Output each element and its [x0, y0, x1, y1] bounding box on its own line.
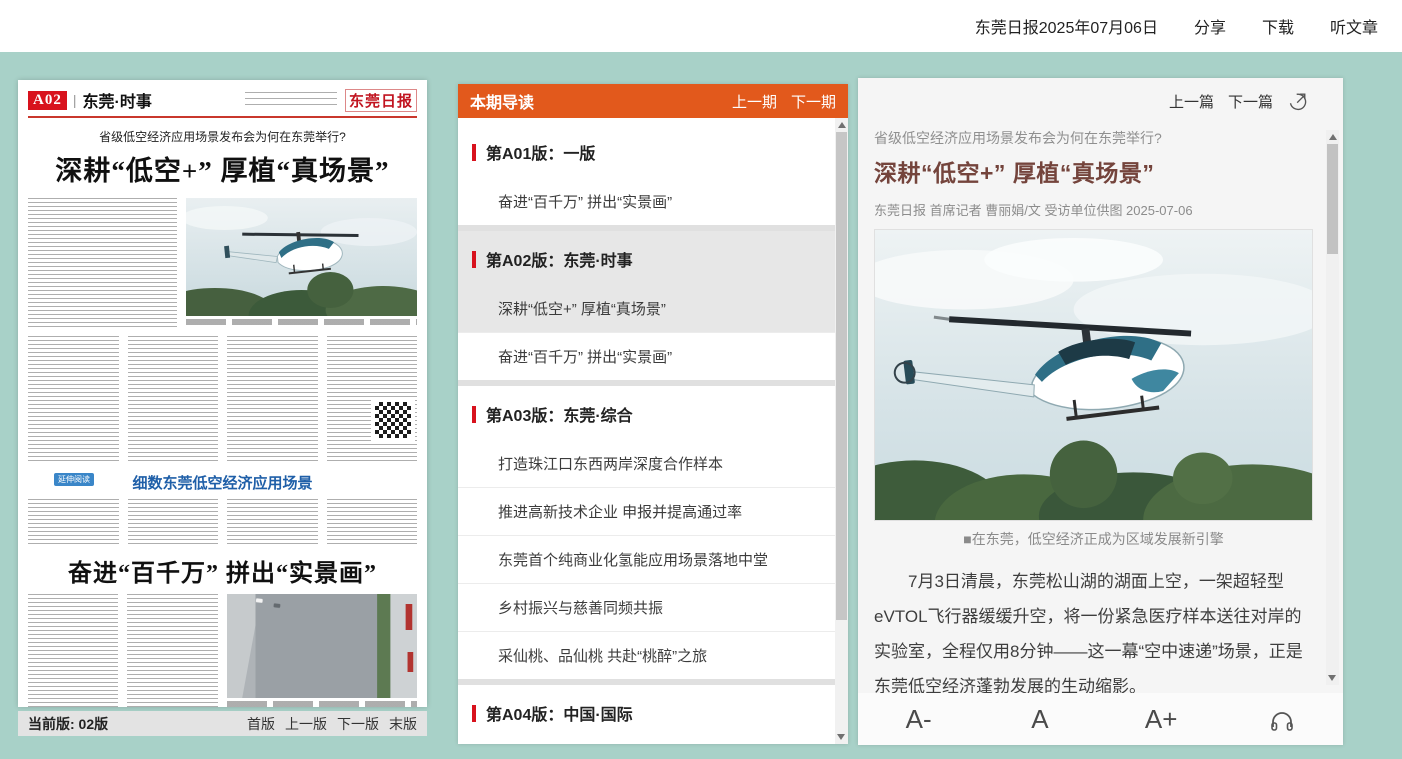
page-code-badge: A02 — [28, 91, 67, 110]
guide-header: 本期导读 上一期 下一期 — [458, 84, 848, 118]
red-bar-icon — [472, 406, 476, 423]
qr-code — [375, 402, 411, 438]
next-article-link[interactable]: 下一篇 — [1228, 91, 1273, 112]
red-bar-icon — [472, 705, 476, 722]
helicopter-photo-small — [186, 198, 417, 328]
text-column-placeholder — [227, 499, 318, 545]
next-issue-link[interactable]: 下一期 — [791, 91, 836, 112]
top-bar: 东莞日报2025年07月06日 分享 下载 听文章 — [0, 0, 1402, 52]
scroll-down-icon[interactable] — [1328, 675, 1336, 681]
helicopter-photo-graphic — [874, 229, 1313, 521]
article-paragraph: 7月3日清晨，东莞松山湖的湖面上空，一架超轻型eVTOL飞行器缓缓升空，将一份紧… — [874, 565, 1313, 693]
prev-article-link[interactable]: 上一篇 — [1169, 91, 1214, 112]
guide-item-active[interactable]: 深耕“低空+” 厚植“真场景” — [458, 285, 835, 332]
last-page-link[interactable]: 末版 — [389, 714, 417, 734]
guide-item[interactable]: 打造珠江口东西两岸深度合作样本 — [458, 440, 835, 487]
article-kicker: 省级低空经济应用场景发布会为何在东莞举行? — [874, 128, 1313, 148]
guide-section-a04[interactable]: 第A04版：中国·国际 — [458, 685, 835, 739]
guide-scrollbar[interactable] — [835, 118, 848, 744]
text-column-placeholder — [28, 198, 177, 328]
headphones-icon — [1269, 708, 1295, 734]
guide-item[interactable]: 采仙桃、品仙桃 共赴“桃醉”之旅 — [458, 631, 835, 679]
page-section-label: 东莞·时事 — [82, 88, 151, 112]
font-increase-button[interactable]: A+ — [1101, 693, 1222, 745]
sub-article-headline: 细数东莞低空经济应用场景 — [132, 476, 312, 492]
guide-section-label: 第A04版：中国·国际 — [486, 701, 633, 725]
text-column-placeholder — [28, 336, 119, 464]
red-bar-icon — [472, 251, 476, 268]
scroll-down-icon[interactable] — [837, 734, 845, 740]
guide-section-a01[interactable]: 第A01版：一版 — [458, 124, 835, 178]
text-column-placeholder — [227, 336, 318, 464]
newspaper-page-panel: A02 | 东莞·时事 东莞日报 省级低空经济应用场景发布会为何在东莞举行? 深… — [18, 80, 427, 736]
guide-item[interactable]: 奋进“百千万” 拼出“实景画” — [458, 332, 835, 380]
prev-issue-link[interactable]: 上一期 — [732, 91, 777, 112]
listen-button[interactable] — [1222, 693, 1343, 745]
next-page-link[interactable]: 下一版 — [337, 714, 379, 734]
scrollbar-thumb[interactable] — [1327, 144, 1338, 254]
expand-icon[interactable] — [1287, 90, 1309, 112]
second-article-headline: 奋进“百千万” 拼出“实景画” — [28, 553, 417, 588]
extended-reading-tag: 延伸阅读 — [54, 473, 94, 486]
current-page-label: 当前版: 02版 — [28, 714, 108, 734]
article-title: 深耕“低空+” 厚植“真场景” — [874, 154, 1313, 188]
traffic-photo-graphic — [227, 594, 417, 698]
first-page-link[interactable]: 首版 — [247, 714, 275, 734]
front-article-headline: 深耕“低空+” 厚植“真场景” — [28, 149, 417, 188]
edition-meta-text — [245, 92, 337, 110]
page-navigation-bar: 当前版: 02版 首版 上一版 下一版 末版 — [18, 711, 427, 736]
text-column-placeholder — [28, 594, 118, 707]
font-decrease-button[interactable]: A- — [858, 693, 979, 745]
text-column-placeholder — [127, 594, 217, 707]
issue-date: 东莞日报2025年07月06日 — [975, 14, 1158, 38]
guide-item[interactable]: 奋进“百千万” 拼出“实景画” — [458, 178, 835, 225]
issue-guide-panel: 本期导读 上一期 下一期 第A01版：一版 奋进“百千万” 拼出“实景画” 第A… — [458, 84, 848, 744]
guide-item[interactable]: 东莞首个纯商业化氢能应用场景落地中堂 — [458, 535, 835, 583]
newspaper-page-image[interactable]: A02 | 东莞·时事 东莞日报 省级低空经济应用场景发布会为何在东莞举行? 深… — [18, 80, 427, 707]
article-toolbar: A- A A+ — [858, 693, 1343, 745]
guide-item[interactable]: 国家力量 血脉亲情 — [458, 739, 835, 744]
prev-page-link[interactable]: 上一版 — [285, 714, 327, 734]
guide-item[interactable]: 推进高新技术企业 申报并提高通过率 — [458, 487, 835, 535]
traffic-photo — [227, 594, 417, 707]
header-separator: | — [73, 92, 77, 108]
share-link[interactable]: 分享 — [1194, 14, 1226, 38]
article-scrollbar[interactable] — [1326, 130, 1339, 685]
photo-caption-placeholder — [227, 701, 417, 707]
text-column-placeholder — [327, 336, 418, 464]
text-column-placeholder — [128, 499, 219, 545]
guide-section-a02[interactable]: 第A02版：东莞·时事 — [458, 231, 835, 285]
article-content: 省级低空经济应用场景发布会为何在东莞举行? 深耕“低空+” 厚植“真场景” 东莞… — [874, 124, 1313, 693]
scroll-up-icon[interactable] — [1329, 134, 1337, 140]
scrollbar-thumb[interactable] — [836, 132, 847, 620]
red-bar-icon — [472, 144, 476, 161]
guide-title: 本期导读 — [470, 89, 534, 113]
masthead-logo: 东莞日报 — [345, 89, 417, 112]
text-column-placeholder — [28, 499, 119, 545]
front-article-kicker: 省级低空经济应用场景发布会为何在东莞举行? — [28, 128, 417, 145]
newspaper-page-header: A02 | 东莞·时事 东莞日报 — [28, 88, 417, 118]
guide-section-label: 第A02版：东莞·时事 — [486, 247, 633, 271]
guide-section-label: 第A01版：一版 — [486, 140, 595, 164]
download-link[interactable]: 下载 — [1262, 14, 1294, 38]
text-column-placeholder — [327, 499, 418, 545]
scroll-up-icon[interactable] — [838, 122, 846, 128]
text-column-placeholder — [128, 336, 219, 464]
guide-section-label: 第A03版：东莞·综合 — [486, 402, 633, 426]
photo-caption-placeholder — [186, 319, 417, 325]
guide-list: 第A01版：一版 奋进“百千万” 拼出“实景画” 第A02版：东莞·时事 深耕“… — [458, 118, 835, 744]
helicopter-photo — [874, 229, 1313, 521]
helicopter-photo-small-graphic — [186, 198, 417, 316]
article-reader-panel: 上一篇 下一篇 省级低空经济应用场景发布会为何在东莞举行? 深耕“低空+” 厚植… — [858, 78, 1343, 745]
article-byline: 东莞日报 首席记者 曹丽娟/文 受访单位供图 2025-07-06 — [874, 200, 1313, 219]
listen-article-link[interactable]: 听文章 — [1330, 14, 1378, 38]
guide-section-a03[interactable]: 第A03版：东莞·综合 — [458, 386, 835, 440]
photo-caption: ■在东莞，低空经济正成为区域发展新引擎 — [874, 529, 1313, 549]
guide-item[interactable]: 乡村振兴与慈善同频共振 — [458, 583, 835, 631]
font-reset-button[interactable]: A — [979, 693, 1100, 745]
